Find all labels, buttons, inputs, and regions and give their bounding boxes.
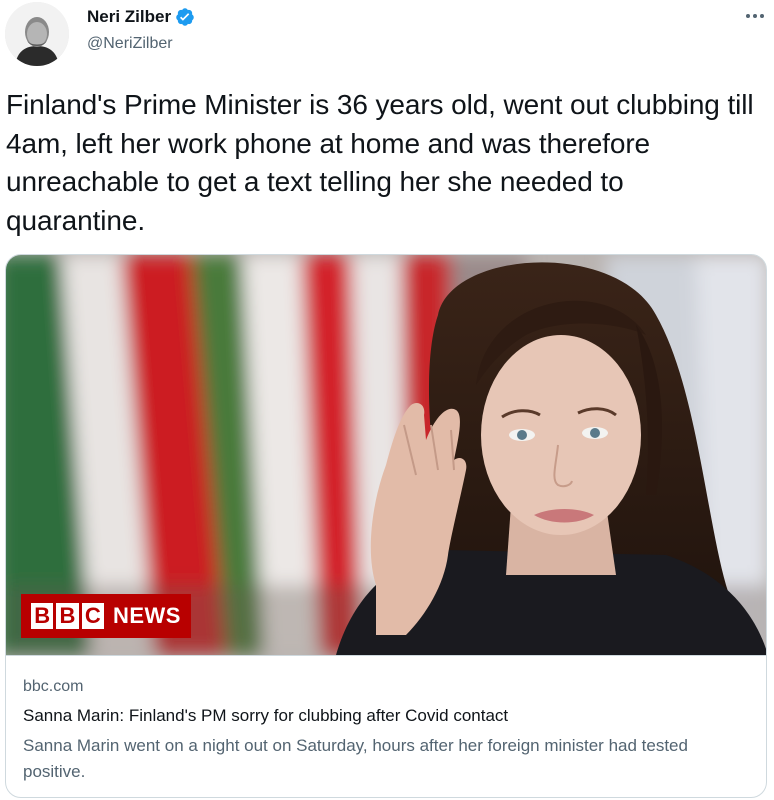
link-card[interactable]: B B C NEWS bbc.com Sanna Marin: Finland'… xyxy=(5,254,767,798)
more-options-icon[interactable] xyxy=(740,4,770,28)
avatar[interactable] xyxy=(5,2,69,66)
card-title[interactable]: Sanna Marin: Finland's PM sorry for club… xyxy=(23,705,508,727)
bbc-logo-letter-1: B xyxy=(31,603,54,629)
tweet: Neri Zilber @NeriZilber Finland's Prime … xyxy=(0,0,774,800)
author-name-row: Neri Zilber xyxy=(87,6,195,28)
bbc-logo-letter-3: C xyxy=(81,603,104,629)
avatar-image xyxy=(5,2,69,66)
verified-badge-icon xyxy=(175,7,195,27)
bbc-logo-letter-2: B xyxy=(56,603,79,629)
card-body: bbc.com Sanna Marin: Finland's PM sorry … xyxy=(6,655,766,781)
card-description: Sanna Marin went on a night out on Satur… xyxy=(23,736,688,781)
card-image: B B C NEWS xyxy=(6,255,766,655)
card-domain: bbc.com xyxy=(23,678,84,695)
bbc-logo-news-text: NEWS xyxy=(112,603,181,628)
bbc-news-logo: B B C NEWS xyxy=(21,594,191,638)
tweet-text: Finland's Prime Minister is 36 years old… xyxy=(6,89,754,236)
author-handle[interactable]: @NeriZilber xyxy=(87,33,173,55)
author-display-name[interactable]: Neri Zilber xyxy=(87,6,171,28)
